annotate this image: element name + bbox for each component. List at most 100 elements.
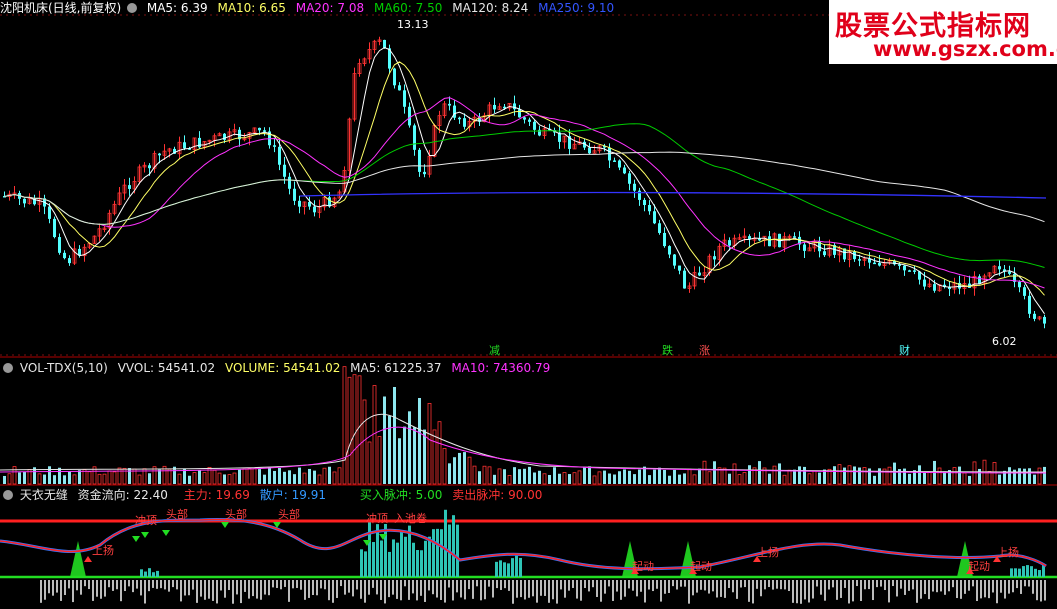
fund-bar	[456, 580, 458, 593]
volume-bar	[542, 473, 547, 485]
volume-bar	[533, 472, 536, 484]
fund-bar	[412, 542, 415, 577]
fund-bar	[360, 580, 362, 599]
fund-bar	[872, 580, 874, 601]
fund-bar	[688, 580, 690, 604]
indicator-name[interactable]: 天衣无缝	[20, 488, 68, 502]
volume-bar	[663, 469, 666, 484]
volume-indicator-name[interactable]: VOL-TDX(5,10)	[20, 361, 108, 375]
fund-bar	[716, 580, 718, 598]
candle-body	[528, 119, 531, 122]
fund-bar	[48, 580, 50, 594]
ma20-readout: MA20: 7.08	[295, 1, 365, 15]
volume-bar	[597, 471, 602, 485]
marker-finance[interactable]: 财	[899, 344, 910, 358]
volume-bar	[298, 467, 301, 484]
volume-bar	[418, 397, 421, 484]
volume-bar	[112, 471, 117, 485]
candle-body	[1028, 295, 1031, 314]
candle-body	[423, 171, 426, 175]
volume-bar	[388, 415, 391, 484]
fund-bar	[552, 580, 554, 600]
volume-bar	[758, 461, 761, 484]
fund-bar	[220, 580, 222, 591]
volume-bar	[678, 474, 681, 484]
fund-bar	[432, 529, 435, 577]
fund-bar	[612, 580, 614, 601]
volume-bar	[352, 374, 357, 485]
fund-bar	[60, 580, 62, 601]
candle-body	[978, 276, 981, 284]
indicator-settings-icon[interactable]	[3, 490, 13, 500]
volume-settings-icon[interactable]	[3, 363, 13, 373]
settings-icon[interactable]	[127, 3, 138, 13]
fund-bar	[580, 580, 582, 601]
fund-bar	[124, 580, 126, 592]
fund-bar	[132, 580, 134, 593]
fund-bar	[108, 580, 110, 588]
fund-bar	[308, 580, 310, 598]
volume-bar	[423, 429, 426, 484]
fund-bar	[368, 522, 371, 577]
volume-bar	[283, 471, 286, 484]
fund-bar	[348, 580, 350, 593]
buy-spike	[70, 541, 86, 577]
candle-body	[1033, 313, 1036, 319]
fund-bar	[672, 580, 674, 587]
signal-label: 上扬	[757, 546, 779, 559]
volume-bar	[648, 475, 651, 484]
fund-bar	[496, 580, 498, 589]
fund-bar	[956, 580, 958, 599]
fund-bar	[92, 580, 94, 601]
volume-bar	[868, 468, 871, 484]
volume-bar	[232, 472, 237, 485]
candle-body	[393, 68, 396, 86]
volume-bar	[893, 462, 896, 484]
candle-body	[58, 237, 61, 253]
volume-bar	[572, 472, 577, 485]
ma60-readout: MA60: 7.50	[373, 1, 443, 15]
candle-body	[288, 176, 291, 189]
candle-body	[713, 256, 716, 260]
candle-body	[1043, 316, 1046, 324]
marker-fall[interactable]: 跌	[662, 344, 673, 358]
volume-bar	[188, 475, 191, 484]
fund-bar	[368, 580, 370, 595]
fund-bar	[76, 580, 78, 591]
volume-bar	[732, 463, 737, 485]
high-price-label: 13.13	[397, 18, 429, 31]
fund-bar	[264, 580, 266, 595]
volume-bar	[782, 474, 787, 485]
fund-bar	[424, 540, 427, 577]
candle-body	[278, 146, 281, 165]
fund-bar	[503, 562, 506, 577]
fund-bar	[420, 550, 423, 577]
volume-bar	[68, 471, 71, 484]
fund-bar	[780, 580, 782, 590]
volume-bar	[853, 466, 856, 484]
volume-bar	[798, 466, 801, 484]
marker-reduce[interactable]: 减	[489, 344, 500, 358]
fund-bar	[732, 580, 734, 593]
volume-bar	[1023, 468, 1026, 484]
fund-bar	[372, 580, 374, 588]
fund-bar	[572, 580, 574, 588]
volume-bar	[23, 471, 26, 484]
fund-bar	[156, 580, 158, 589]
volume-bar	[862, 467, 867, 485]
candle-body	[1018, 281, 1021, 288]
volume-bar	[217, 472, 222, 485]
fund-bar	[696, 580, 698, 593]
fund-bar	[908, 580, 910, 591]
stock-name[interactable]: 沈阳机床(日线,前复权)	[0, 1, 121, 15]
fund-bar	[416, 580, 418, 601]
volume-bar	[968, 475, 971, 484]
volume-ma10-readout: MA10: 74360.79	[451, 361, 551, 375]
volume-bar	[463, 452, 466, 484]
volume-bar	[87, 471, 92, 485]
fund-bar	[1004, 580, 1006, 599]
fund-bar	[700, 580, 702, 590]
fund-bar	[519, 557, 522, 577]
marker-rise[interactable]: 涨	[699, 344, 710, 358]
volume-bar	[288, 470, 291, 484]
